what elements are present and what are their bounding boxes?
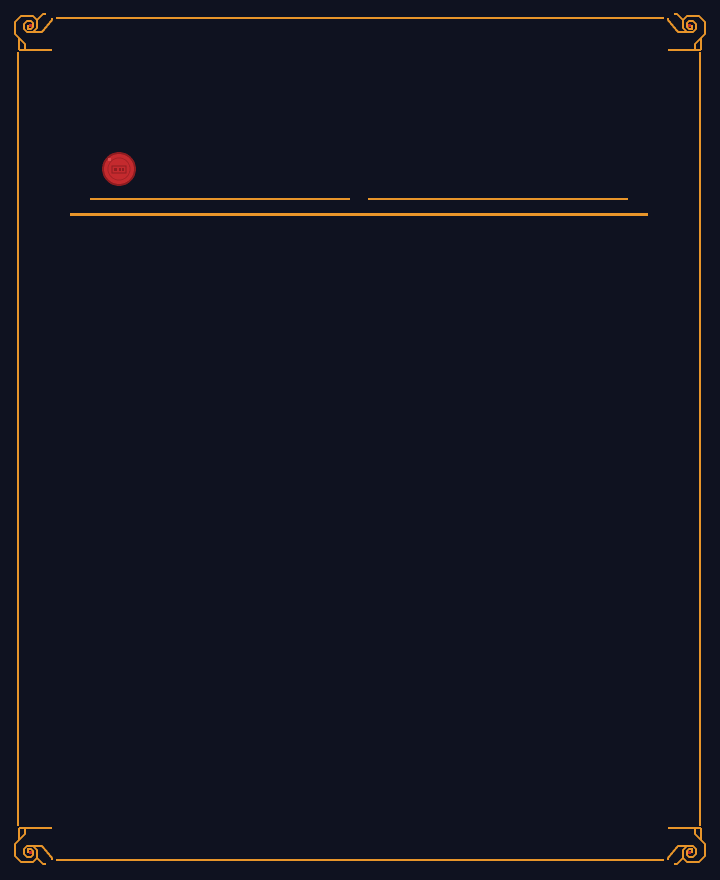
header-divider: [70, 213, 648, 216]
wax-seal-icon: [101, 151, 137, 187]
corner-ornament-top-right-icon: [664, 8, 708, 52]
corner-ornament-bottom-left-icon: [12, 826, 56, 870]
corner-ornament-bottom-right-icon: [664, 826, 708, 870]
game-screen: [0, 0, 720, 880]
header-rule-left: [90, 198, 350, 200]
panel-content-area: [40, 230, 680, 830]
corner-ornament-top-left-icon: [12, 8, 56, 52]
header-rule-right: [368, 198, 628, 200]
